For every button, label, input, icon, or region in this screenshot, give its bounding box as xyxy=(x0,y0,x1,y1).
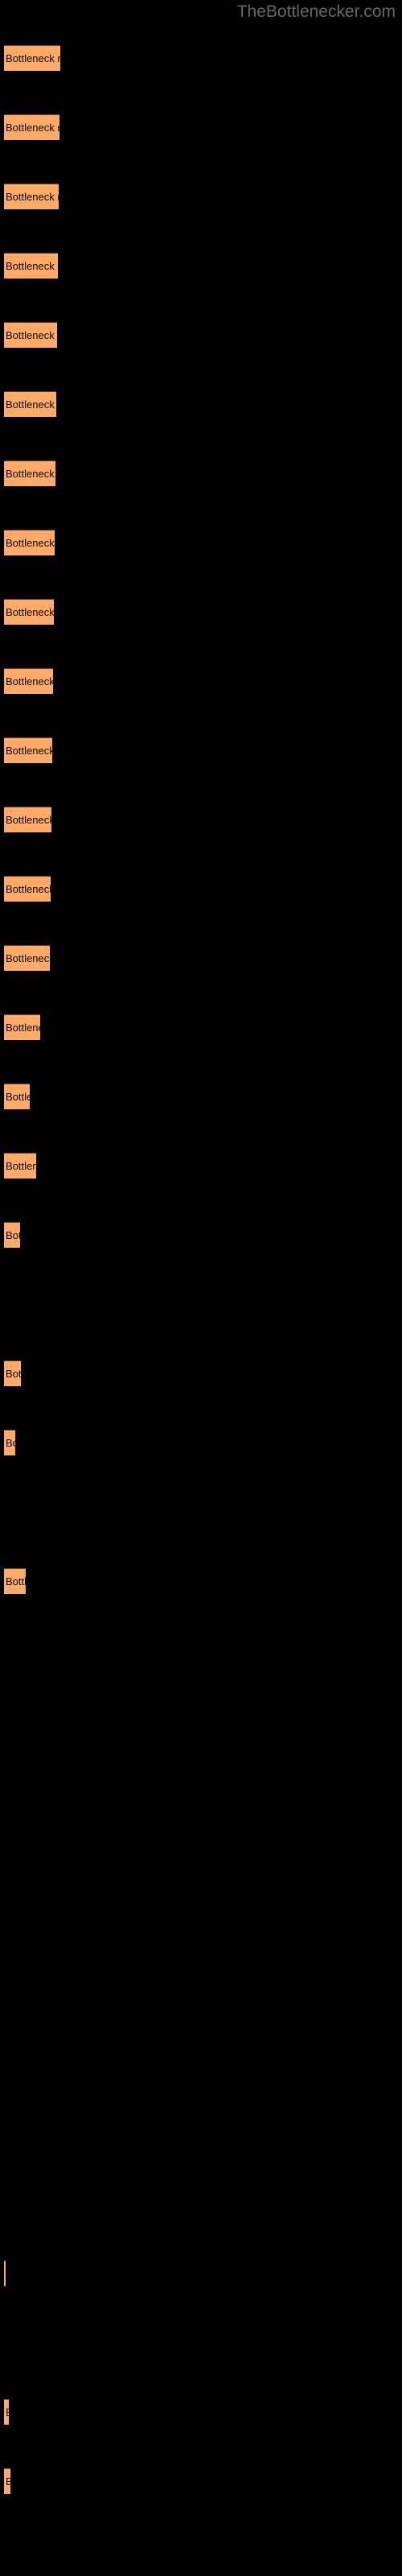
bar-row: Bottleneck result xyxy=(0,184,402,209)
bar-label-clip: Bottleneck result xyxy=(4,2400,9,2425)
bar-label: Bottleneck result xyxy=(6,1022,40,1034)
bar-label: Bottleneck result xyxy=(6,260,58,272)
bar-label-clip: Bottleneck result xyxy=(4,1361,21,1387)
bar-row: Bottleneck result xyxy=(0,45,402,71)
bar-label-clip: Bottleneck result xyxy=(4,46,60,72)
bar-row: Bottleneck result xyxy=(0,2260,402,2286)
bar-label-clip: Bottleneck result xyxy=(4,807,51,833)
bar-bottleneck-result: Bottleneck result xyxy=(4,737,52,763)
bar-label-clip: Bottleneck result xyxy=(4,600,54,625)
bar-label-clip: Bottleneck result xyxy=(4,323,57,349)
bar-row: Bottleneck result xyxy=(0,668,402,694)
bar-bottleneck-result: Bottleneck result xyxy=(4,2260,6,2286)
bar-label-clip: Bottleneck result xyxy=(4,1569,26,1595)
bar-label-clip: Bottleneck result xyxy=(4,254,58,279)
bar-bottleneck-result: Bottleneck result xyxy=(4,2399,9,2425)
bar-label-clip: Bottleneck result xyxy=(4,1154,36,1179)
bar-row: Bottleneck result xyxy=(0,391,402,417)
bar-row: Bottleneck result xyxy=(0,460,402,486)
bar-label-clip: Bottleneck result xyxy=(4,2261,6,2287)
bar-row: Bottleneck result xyxy=(0,1430,402,1455)
bar-label: Bottleneck result xyxy=(6,1437,15,1449)
bar-bottleneck-result: Bottleneck result xyxy=(4,253,58,279)
bar-bottleneck-result: Bottleneck result xyxy=(4,1153,36,1179)
bar-bottleneck-result: Bottleneck result xyxy=(4,391,56,417)
bar-bottleneck-result: Bottleneck result xyxy=(4,807,51,832)
bar-label-clip: Bottleneck result xyxy=(4,530,55,556)
bar-label: Bottleneck result xyxy=(6,952,50,964)
bar-row: Bottleneck result xyxy=(0,2399,402,2425)
bar-label: Bottleneck result xyxy=(6,814,51,826)
bar-bottleneck-result: Bottleneck result xyxy=(4,322,57,348)
bar-label-clip: Bottleneck result xyxy=(4,115,59,141)
bar-bottleneck-result: Bottleneck result xyxy=(4,876,51,902)
bar-bottleneck-result: Bottleneck result xyxy=(4,1430,15,1455)
bar-bottleneck-result: Bottleneck result xyxy=(4,45,60,71)
bar-row: Bottleneck result xyxy=(0,1014,402,1040)
bar-label: Bottleneck result xyxy=(6,52,60,64)
bar-row: Bottleneck result xyxy=(0,876,402,902)
bar-label: Bottleneck result xyxy=(6,606,54,618)
bar-bottleneck-result: Bottleneck result xyxy=(4,599,54,625)
bar-row: Bottleneck result xyxy=(0,1153,402,1179)
bar-label: Bottleneck result xyxy=(6,468,55,480)
bar-bottleneck-result: Bottleneck result xyxy=(4,945,50,971)
bar-row: Bottleneck result xyxy=(0,2468,402,2494)
bar-label: Bottleneck result xyxy=(6,675,53,687)
bar-row: Bottleneck result xyxy=(0,253,402,279)
bar-bottleneck-result: Bottleneck result xyxy=(4,1360,21,1386)
bar-bottleneck-result: Bottleneck result xyxy=(4,1014,40,1040)
bar-label-clip: Bottleneck result xyxy=(4,1430,15,1456)
bar-label-clip: Bottleneck result xyxy=(4,184,59,210)
bar-row: Bottleneck result xyxy=(0,322,402,348)
bar-label: Bottleneck result xyxy=(6,1160,36,1172)
bar-label: Bottleneck result xyxy=(6,2400,9,2425)
bar-bottleneck-result: Bottleneck result xyxy=(4,1568,26,1594)
bar-bottleneck-result: Bottleneck result xyxy=(4,530,55,555)
bar-label: Bottleneck result xyxy=(6,122,59,134)
bar-label: Bottleneck result xyxy=(6,191,59,203)
bar-label-clip: Bottleneck result xyxy=(4,946,50,972)
bar-label-clip: Bottleneck result xyxy=(4,877,51,902)
bar-bottleneck-result: Bottleneck result xyxy=(4,460,55,486)
bar-label: Bottleneck result xyxy=(6,1091,30,1103)
bar-bottleneck-result: Bottleneck result xyxy=(4,184,59,209)
bar-row: Bottleneck result xyxy=(0,737,402,763)
bar-row: Bottleneck result xyxy=(0,114,402,140)
bar-row: Bottleneck result xyxy=(0,945,402,971)
bar-label: Bottleneck result xyxy=(6,329,57,341)
bar-label: Bottleneck result xyxy=(6,537,55,549)
bottleneck-bar-chart: TheBottlenecker.com Bottleneck result Bot… xyxy=(0,0,402,2576)
bar-row: Bottleneck result xyxy=(0,530,402,555)
bar-label-clip: Bottleneck result xyxy=(4,669,53,695)
bar-row: Bottleneck result xyxy=(0,1084,402,1109)
bar-label: Bottleneck result xyxy=(6,883,51,895)
bar-row: Bottleneck result xyxy=(0,1222,402,1248)
bar-label-clip: Bottleneck result xyxy=(4,392,56,418)
bar-label: Bottleneck result xyxy=(6,1368,21,1380)
bar-label-clip: Bottleneck result xyxy=(4,738,52,764)
bar-label: Bottleneck result xyxy=(6,398,56,411)
bar-row: Bottleneck result xyxy=(0,1360,402,1386)
site-watermark: TheBottlenecker.com xyxy=(236,2,396,21)
bar-label: Bottleneck result xyxy=(6,1575,26,1587)
bar-label-clip: Bottleneck result xyxy=(4,1084,30,1110)
bar-label-clip: Bottleneck result xyxy=(4,1015,40,1041)
bar-bottleneck-result: Bottleneck result xyxy=(4,2468,10,2494)
bar-bottleneck-result: Bottleneck result xyxy=(4,1222,20,1248)
bar-label: Bottleneck result xyxy=(6,745,52,757)
bar-label: Bottleneck result xyxy=(6,1229,20,1241)
bar-bottleneck-result: Bottleneck result xyxy=(4,114,59,140)
bar-label: Bottleneck result xyxy=(6,2475,10,2487)
bar-bottleneck-result: Bottleneck result xyxy=(4,1084,30,1109)
bar-row: Bottleneck result xyxy=(0,807,402,832)
bar-label-clip: Bottleneck result xyxy=(4,461,55,487)
bar-row: Bottleneck result xyxy=(0,1568,402,1594)
bar-row: Bottleneck result xyxy=(0,599,402,625)
bar-bottleneck-result: Bottleneck result xyxy=(4,668,53,694)
bar-label-clip: Bottleneck result xyxy=(4,1223,20,1249)
bar-label-clip: Bottleneck result xyxy=(4,2469,10,2495)
